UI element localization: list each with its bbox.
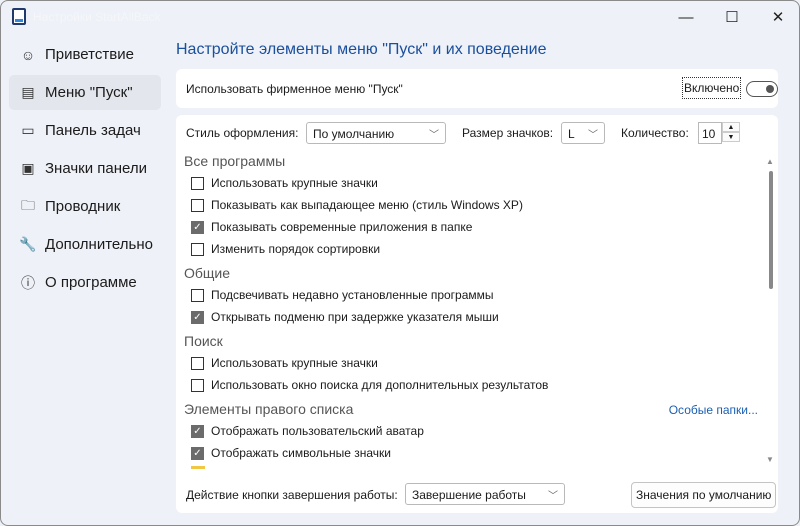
section-all-programs: Все программы (184, 153, 286, 169)
sidebar-item-label: О программе (45, 274, 137, 291)
checkbox[interactable] (191, 288, 204, 302)
checkbox-label: Отображать пользовательский аватар (211, 424, 424, 438)
window-title: Настройки StartAllBack (33, 10, 161, 24)
branded-menu-row: Использовать фирменное меню "Пуск" Включ… (176, 69, 778, 108)
count-spinner[interactable]: ▲ ▼ (722, 122, 740, 143)
checkbox-label: Показывать как выпадающее меню (стиль Wi… (211, 198, 523, 212)
section-right-list: Элементы правого списка (184, 401, 354, 417)
checkbox-dropdown-xp[interactable]: Показывать как выпадающее меню (стиль Wi… (191, 198, 523, 212)
icon-size-label: Размер значков: (462, 126, 554, 140)
spin-down-icon[interactable]: ▼ (722, 132, 740, 142)
maximize-button[interactable]: ☐ (709, 1, 755, 33)
checkbox-hover-submenu[interactable]: ✓ Открывать подменю при задержке указател… (191, 310, 499, 324)
sidebar-item-label: Приветствие (45, 46, 134, 63)
options-panel: Стиль оформления: По умолчанию ﹀ Размер з… (176, 115, 778, 513)
page-title: Настройте элементы меню "Пуск" и их пове… (176, 41, 547, 58)
spin-up-icon[interactable]: ▲ (722, 122, 740, 132)
checkbox[interactable] (191, 176, 204, 190)
style-select[interactable]: По умолчанию ﹀ (306, 122, 446, 144)
sidebar-item-label: Значки панели (45, 160, 148, 177)
shutdown-action-value: Завершение работы (412, 488, 526, 502)
style-value: По умолчанию (313, 127, 395, 141)
checkbox-sort-order[interactable]: Изменить порядок сортировки (191, 242, 380, 256)
checkbox-label: Отображать символьные значки (211, 446, 391, 460)
sidebar-item-start-menu[interactable]: ▤ Меню "Пуск" (9, 75, 161, 110)
title-bar: Настройки StartAllBack — ☐ ✕ (1, 1, 800, 33)
sidebar-item-label: Дополнительно (45, 236, 153, 253)
style-label: Стиль оформления: (186, 126, 299, 140)
folder-icon: 🗀 (21, 196, 35, 213)
minimize-button[interactable]: — (663, 1, 709, 33)
scrollbar[interactable]: ▲ ▼ (764, 153, 778, 469)
checkbox[interactable] (191, 198, 204, 212)
sidebar-item-label: Панель задач (45, 122, 141, 139)
scroll-down-icon[interactable]: ▼ (766, 455, 774, 464)
checkbox-checked[interactable]: ✓ (191, 446, 204, 460)
folder-icon (191, 466, 205, 469)
checkbox[interactable] (191, 378, 204, 392)
wrench-icon: 🔧 (19, 236, 37, 252)
checkbox-label: Открывать подменю при задержке указателя… (211, 310, 499, 324)
checkbox[interactable] (191, 356, 204, 370)
checkbox-label: Использовать крупные значки (211, 176, 378, 190)
tray-icon: ▣ (21, 160, 35, 176)
icon-size-value: L (568, 127, 575, 141)
close-button[interactable]: ✕ (755, 1, 800, 33)
branded-menu-toggle[interactable] (746, 81, 778, 97)
checkbox-checked[interactable]: ✓ (191, 424, 204, 438)
shutdown-action-label: Действие кнопки завершения работы: (186, 488, 398, 502)
sidebar-item-taskbar[interactable]: ▭ Панель задач (9, 113, 161, 148)
checkbox-search-large-icons[interactable]: Использовать крупные значки (191, 356, 378, 370)
checkbox-label: Использовать крупные значки (211, 356, 378, 370)
checkbox-label: Изменить порядок сортировки (211, 242, 381, 256)
checkbox-search-window[interactable]: Использовать окно поиска для дополнитель… (191, 378, 548, 392)
checkbox-label: Использовать окно поиска для дополнитель… (211, 378, 549, 392)
settings-window: Настройки StartAllBack — ☐ ✕ ☺ Приветстви… (0, 0, 800, 526)
checkbox-checked[interactable]: ✓ (191, 310, 204, 324)
checkbox-checked[interactable]: ✓ (191, 220, 204, 234)
section-search: Поиск (184, 333, 223, 349)
restore-defaults-button[interactable]: Значения по умолчанию (631, 482, 777, 508)
start-menu-icon: ▤ (21, 84, 35, 100)
sidebar-item-tray-icons[interactable]: ▣ Значки панели (9, 151, 161, 186)
sidebar-item-label: Проводник (45, 198, 121, 215)
smile-icon: ☺ (20, 46, 36, 63)
checkbox-highlight-new[interactable]: Подсвечивать недавно установленные прогр… (191, 288, 494, 302)
sidebar-item-welcome[interactable]: ☺ Приветствие (9, 37, 161, 72)
count-input[interactable]: 10 (698, 122, 722, 144)
scroll-up-icon[interactable]: ▲ (766, 157, 774, 166)
taskbar-icon: ▭ (21, 122, 35, 138)
sidebar: ☺ Приветствие ▤ Меню "Пуск" ▭ Панель задач … (9, 37, 161, 303)
branded-menu-label: Использовать фирменное меню "Пуск" (186, 82, 403, 96)
sidebar-item-label: Меню "Пуск" (45, 84, 133, 101)
info-icon: ⓘ (21, 274, 35, 291)
checkbox-user-avatar[interactable]: ✓ Отображать пользовательский аватар (191, 424, 424, 438)
icon-size-select[interactable]: L ﹀ (561, 122, 605, 144)
scrollbar-thumb[interactable] (769, 171, 773, 289)
checkbox-symbol-icons[interactable]: ✓ Отображать символьные значки (191, 446, 391, 460)
app-icon (12, 8, 26, 25)
sidebar-item-advanced[interactable]: 🔧 Дополнительно (9, 227, 161, 262)
checkbox-label: Подсвечивать недавно установленные прогр… (211, 288, 494, 302)
section-general: Общие (184, 265, 231, 281)
checkbox-label: Показывать современные приложения в папк… (211, 220, 473, 234)
shutdown-action-select[interactable]: Завершение работы ﹀ (405, 483, 565, 505)
checkbox-large-icons[interactable]: Использовать крупные значки (191, 176, 378, 190)
toggle-state-label[interactable]: Включено (682, 77, 742, 99)
options-list: Все программы Использовать крупные значк… (184, 153, 760, 469)
count-label: Количество: (621, 126, 689, 140)
checkbox[interactable] (191, 242, 204, 256)
chevron-down-icon: ﹀ (588, 130, 598, 141)
sidebar-item-about[interactable]: ⓘ О программе (9, 265, 161, 300)
checkbox-modern-apps-folder[interactable]: ✓ Показывать современные приложения в пап… (191, 220, 472, 234)
chevron-down-icon[interactable]: ﹀ (548, 487, 558, 502)
chevron-down-icon: ﹀ (429, 130, 439, 141)
sidebar-item-explorer[interactable]: 🗀 Проводник (9, 189, 161, 224)
special-folders-link[interactable]: Особые папки... (669, 403, 758, 417)
